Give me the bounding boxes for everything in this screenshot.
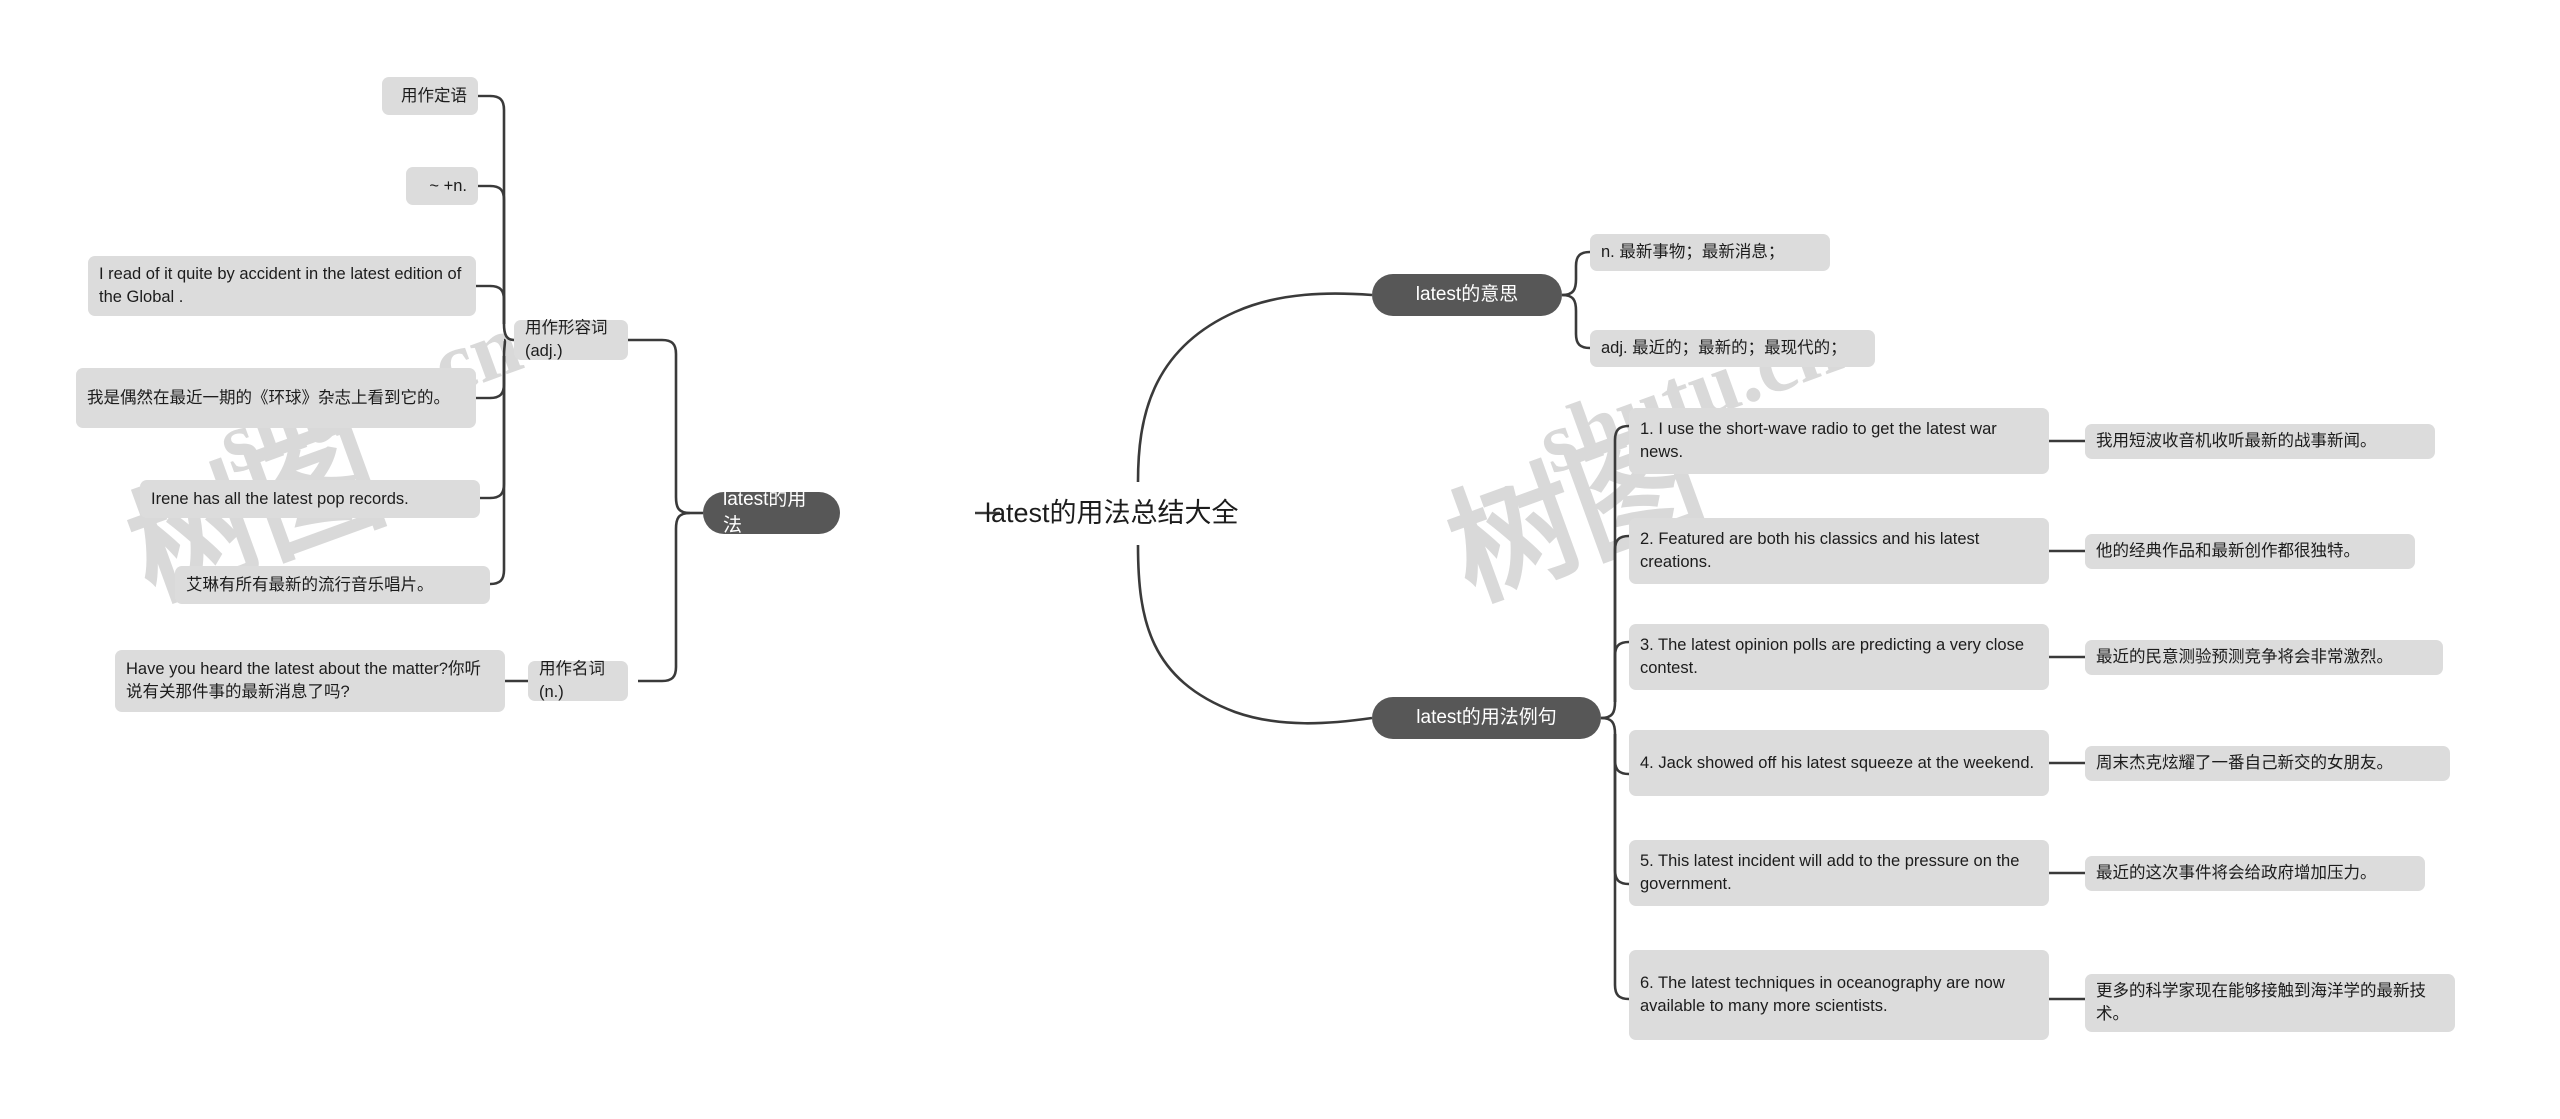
example-zh-2[interactable]: 他的经典作品和最新创作都很独特。 — [2085, 534, 2415, 569]
branch-meaning[interactable]: latest的意思 — [1372, 274, 1562, 316]
node-example-zh-1[interactable]: 我是偶然在最近一期的《环球》杂志上看到它的。 — [76, 368, 476, 428]
node-example-en-1[interactable]: I read of it quite by accident in the la… — [88, 256, 476, 316]
branch-usage[interactable]: latest的用法 — [703, 489, 840, 536]
example-en-6[interactable]: 6. The latest techniques in oceanography… — [1629, 950, 2049, 1040]
node-example-noun[interactable]: Have you heard the latest about the matt… — [115, 650, 505, 712]
node-usage-adjective[interactable]: 用作形容词(adj.) — [514, 319, 628, 360]
example-en-2[interactable]: 2. Featured are both his classics and hi… — [1629, 518, 2049, 584]
node-usage-noun[interactable]: 用作名词(n.) — [528, 660, 628, 701]
node-tilde-plus-n[interactable]: ~ +n. — [406, 167, 478, 205]
example-en-5[interactable]: 5. This latest incident will add to the … — [1629, 840, 2049, 906]
example-zh-3[interactable]: 最近的民意测验预测竞争将会非常激烈。 — [2085, 640, 2443, 675]
branch-examples[interactable]: latest的用法例句 — [1372, 697, 1601, 739]
root-title: latest的用法总结大全 — [985, 498, 1239, 528]
mindmap-canvas: shutu.cn 树图 shutu.cn 树图 — [0, 0, 2560, 1119]
node-meaning-adjective[interactable]: adj. 最近的；最新的；最现代的； — [1590, 330, 1875, 367]
node-example-zh-2[interactable]: 艾琳有所有最新的流行音乐唱片。 — [175, 566, 490, 604]
example-en-3[interactable]: 3. The latest opinion polls are predicti… — [1629, 624, 2049, 690]
node-attributive[interactable]: 用作定语 — [382, 77, 478, 115]
example-zh-6[interactable]: 更多的科学家现在能够接触到海洋学的最新技术。 — [2085, 974, 2455, 1032]
example-zh-1[interactable]: 我用短波收音机收听最新的战事新闻。 — [2085, 424, 2435, 459]
example-zh-4[interactable]: 周末杰克炫耀了一番自己新交的女朋友。 — [2085, 746, 2450, 781]
node-meaning-noun[interactable]: n. 最新事物；最新消息； — [1590, 234, 1830, 271]
example-zh-5[interactable]: 最近的这次事件将会给政府增加压力。 — [2085, 856, 2425, 891]
example-en-4[interactable]: 4. Jack showed off his latest squeeze at… — [1629, 730, 2049, 796]
node-example-en-2[interactable]: Irene has all the latest pop records. — [140, 480, 480, 518]
example-en-1[interactable]: 1. I use the short-wave radio to get the… — [1629, 408, 2049, 474]
